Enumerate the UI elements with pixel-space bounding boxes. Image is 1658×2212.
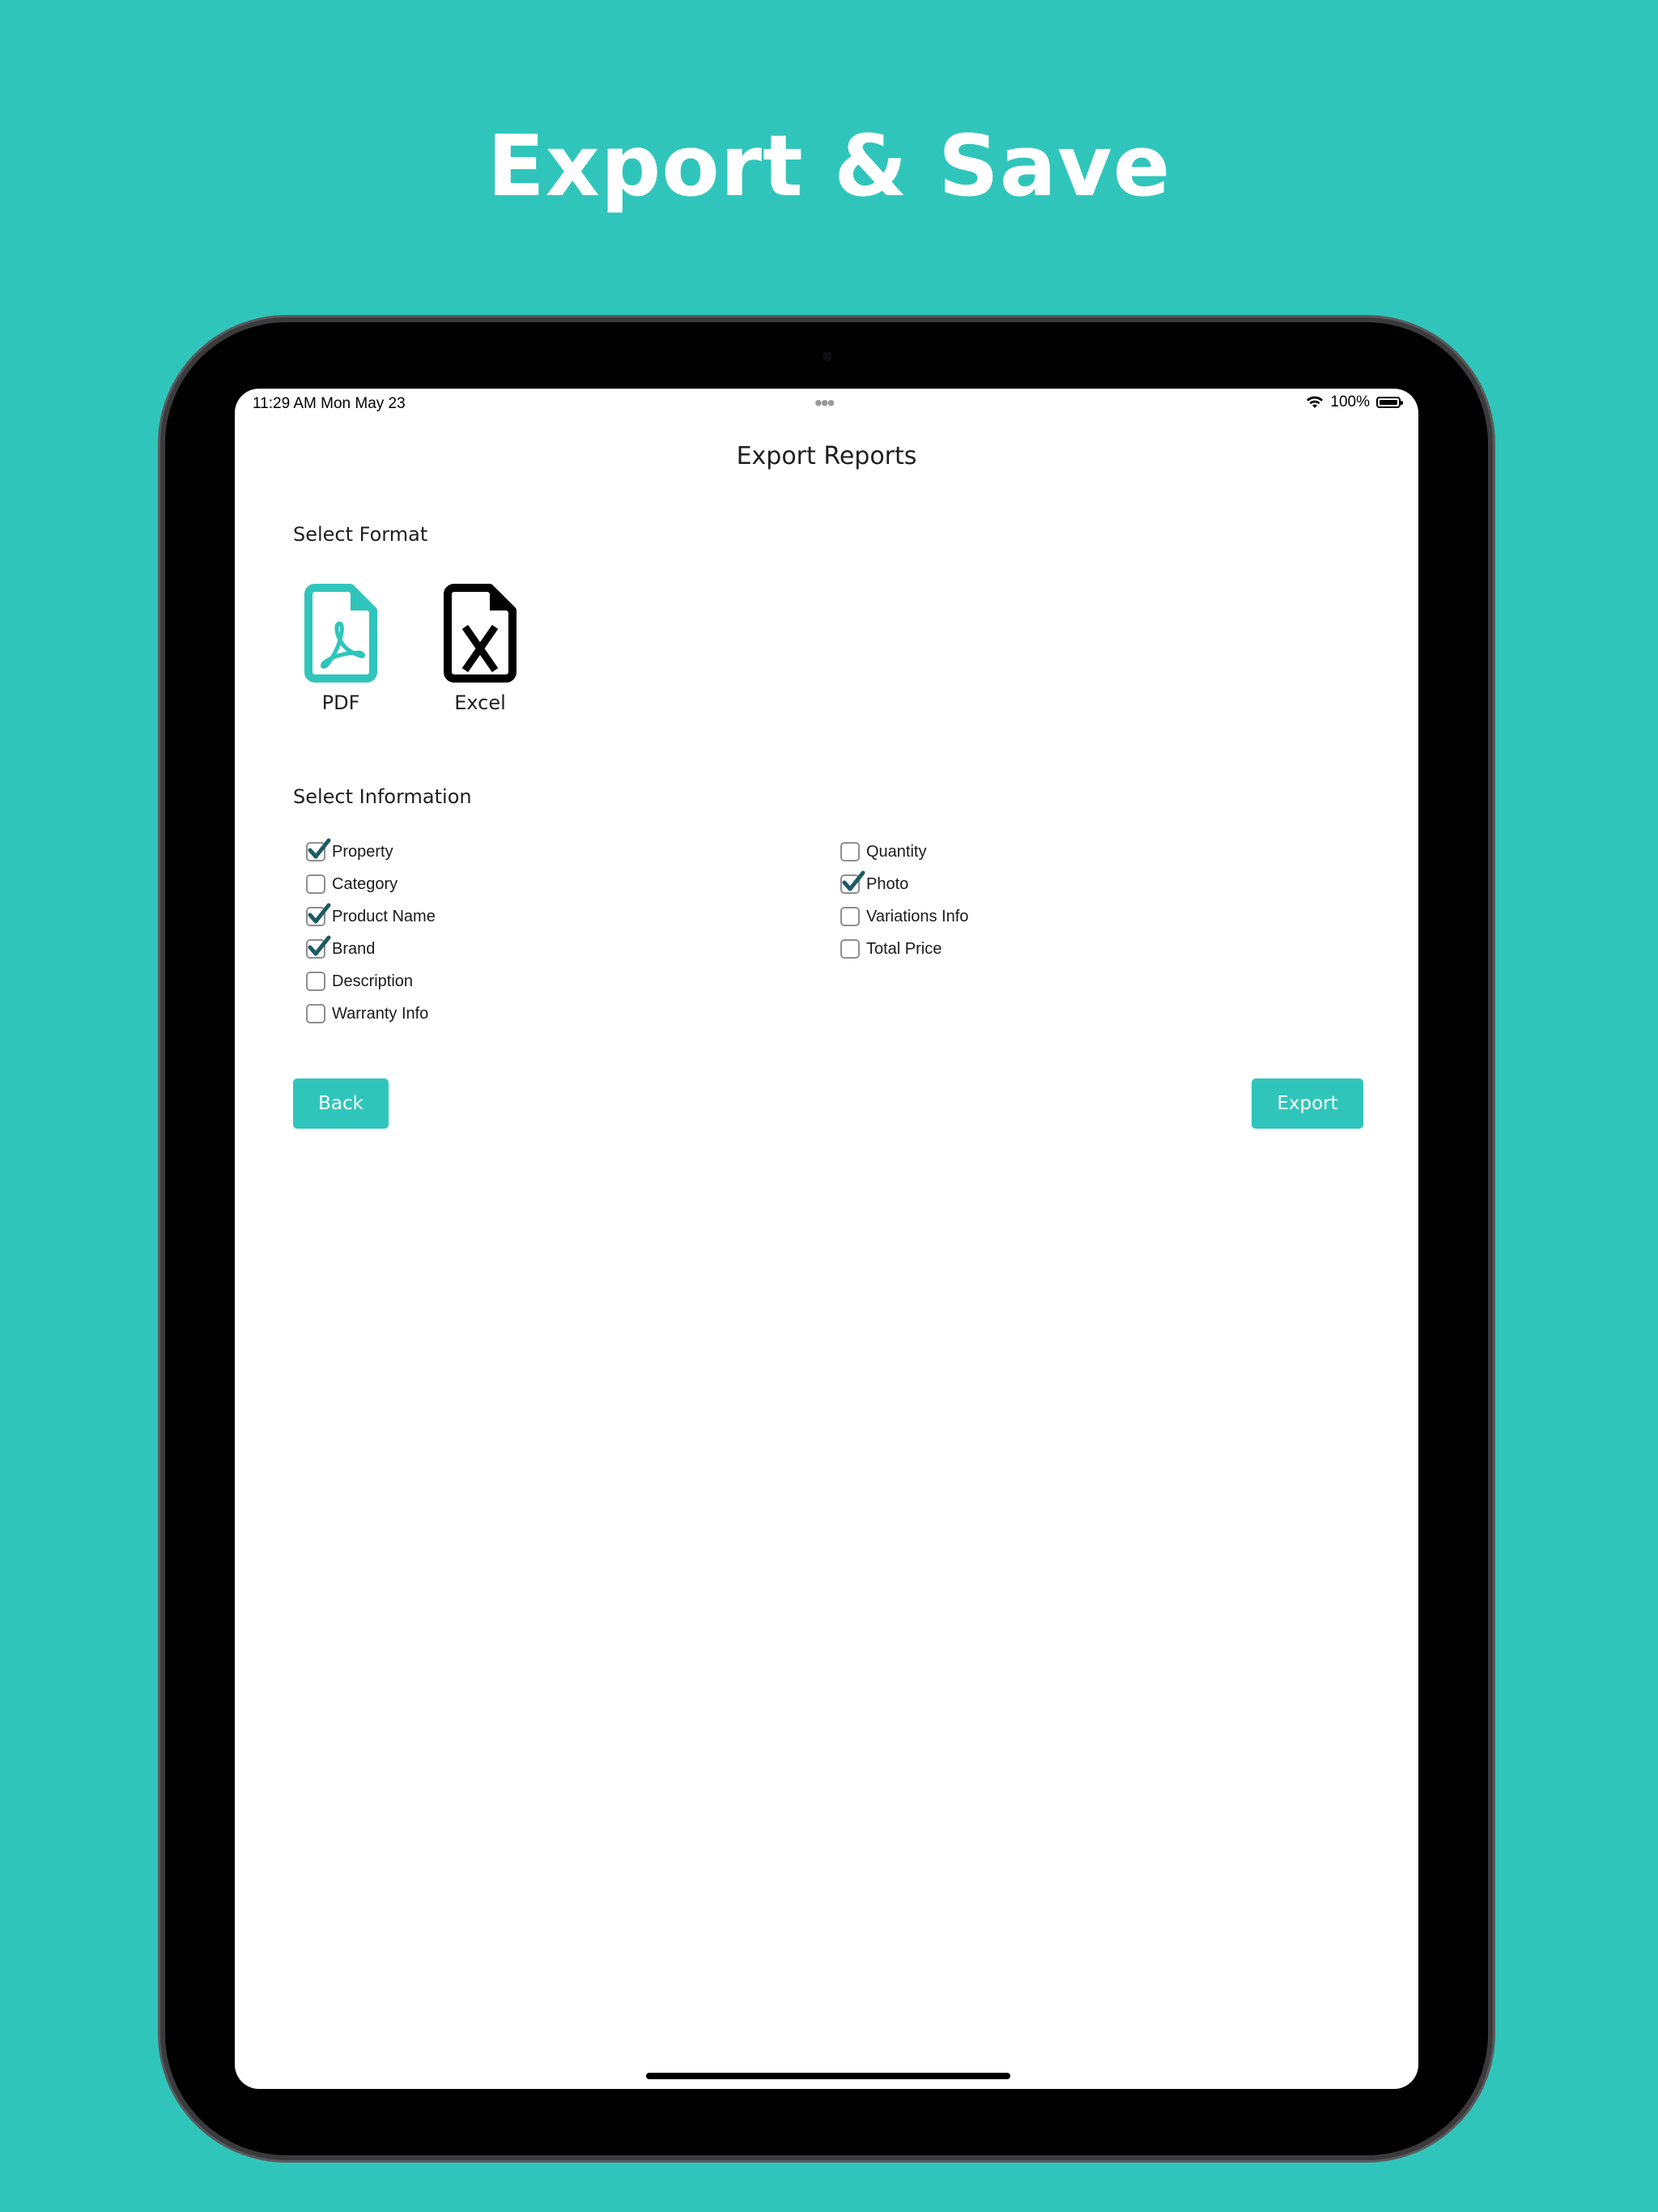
checkbox-row-variations-info[interactable]: Variations Info bbox=[840, 900, 968, 933]
home-indicator[interactable] bbox=[646, 2073, 1010, 2079]
headline: Export & Save bbox=[487, 117, 1171, 215]
checkbox-property[interactable] bbox=[306, 838, 331, 861]
checkbox-brand[interactable] bbox=[306, 935, 331, 959]
checkbox-row-brand[interactable]: Brand bbox=[306, 933, 436, 965]
checkbox-label: Description bbox=[332, 972, 414, 990]
checkbox-warranty-info[interactable] bbox=[306, 1004, 325, 1023]
information-options-right: Quantity Photo Variations Info Total Price bbox=[840, 836, 968, 965]
format-option-pdf[interactable]: PDF bbox=[296, 583, 385, 714]
status-time: 11:29 AM Mon May 23 bbox=[253, 395, 406, 412]
checkbox-total-price[interactable] bbox=[840, 939, 860, 959]
checkbox-label: Category bbox=[332, 874, 398, 893]
information-options-left: Property Category Product Name Brand Descrip… bbox=[306, 836, 436, 1030]
checkbox-description[interactable] bbox=[306, 972, 325, 991]
pdf-file-icon bbox=[304, 584, 377, 683]
checkbox-label: Property bbox=[332, 842, 393, 861]
select-format-label: Select Format bbox=[293, 523, 428, 546]
battery-percentage: 100% bbox=[1330, 393, 1370, 410]
checkbox-row-property[interactable]: Property bbox=[306, 836, 436, 868]
checkbox-row-total-price[interactable]: Total Price bbox=[840, 933, 968, 965]
app-screen: 11:29 AM Mon May 23 ••• 100% Export Repo… bbox=[235, 389, 1418, 2089]
checkbox-photo[interactable] bbox=[840, 870, 865, 894]
checkmark-icon bbox=[842, 870, 865, 891]
checkbox-row-category[interactable]: Category bbox=[306, 868, 436, 900]
checkbox-label: Total Price bbox=[866, 939, 942, 958]
checkbox-label: Variations Info bbox=[866, 907, 969, 925]
front-camera bbox=[823, 351, 832, 361]
format-label-excel: Excel bbox=[454, 691, 506, 714]
checkbox-label: Quantity bbox=[866, 842, 927, 861]
page-title: Export Reports bbox=[736, 442, 917, 470]
checkmark-icon bbox=[308, 935, 331, 956]
status-indicators: 100% bbox=[1306, 393, 1403, 411]
checkbox-row-product-name[interactable]: Product Name bbox=[306, 900, 436, 933]
checkbox-row-photo[interactable]: Photo bbox=[840, 868, 968, 900]
checkbox-label: Product Name bbox=[332, 907, 436, 925]
checkbox-label: Brand bbox=[332, 939, 376, 958]
checkbox-category[interactable] bbox=[306, 874, 325, 894]
excel-file-icon bbox=[444, 584, 517, 683]
multitasking-dots[interactable]: ••• bbox=[814, 390, 835, 416]
export-button[interactable]: Export bbox=[1252, 1078, 1363, 1129]
back-button[interactable]: Back bbox=[293, 1078, 389, 1129]
checkbox-label: Photo bbox=[866, 874, 909, 893]
checkbox-label: Warranty Info bbox=[332, 1004, 429, 1023]
checkbox-variations-info[interactable] bbox=[840, 907, 860, 926]
checkbox-quantity[interactable] bbox=[840, 842, 860, 861]
select-information-label: Select Information bbox=[293, 785, 472, 808]
checkbox-row-quantity[interactable]: Quantity bbox=[840, 836, 968, 868]
checkbox-product-name[interactable] bbox=[306, 903, 331, 926]
wifi-icon bbox=[1307, 396, 1324, 408]
checkmark-icon bbox=[308, 838, 331, 859]
format-label-pdf: PDF bbox=[321, 691, 360, 714]
checkbox-row-description[interactable]: Description bbox=[306, 965, 436, 998]
battery-icon bbox=[1376, 397, 1403, 408]
format-option-excel[interactable]: Excel bbox=[436, 583, 525, 714]
checkmark-icon bbox=[308, 903, 331, 924]
checkbox-row-warranty-info[interactable]: Warranty Info bbox=[306, 998, 436, 1030]
